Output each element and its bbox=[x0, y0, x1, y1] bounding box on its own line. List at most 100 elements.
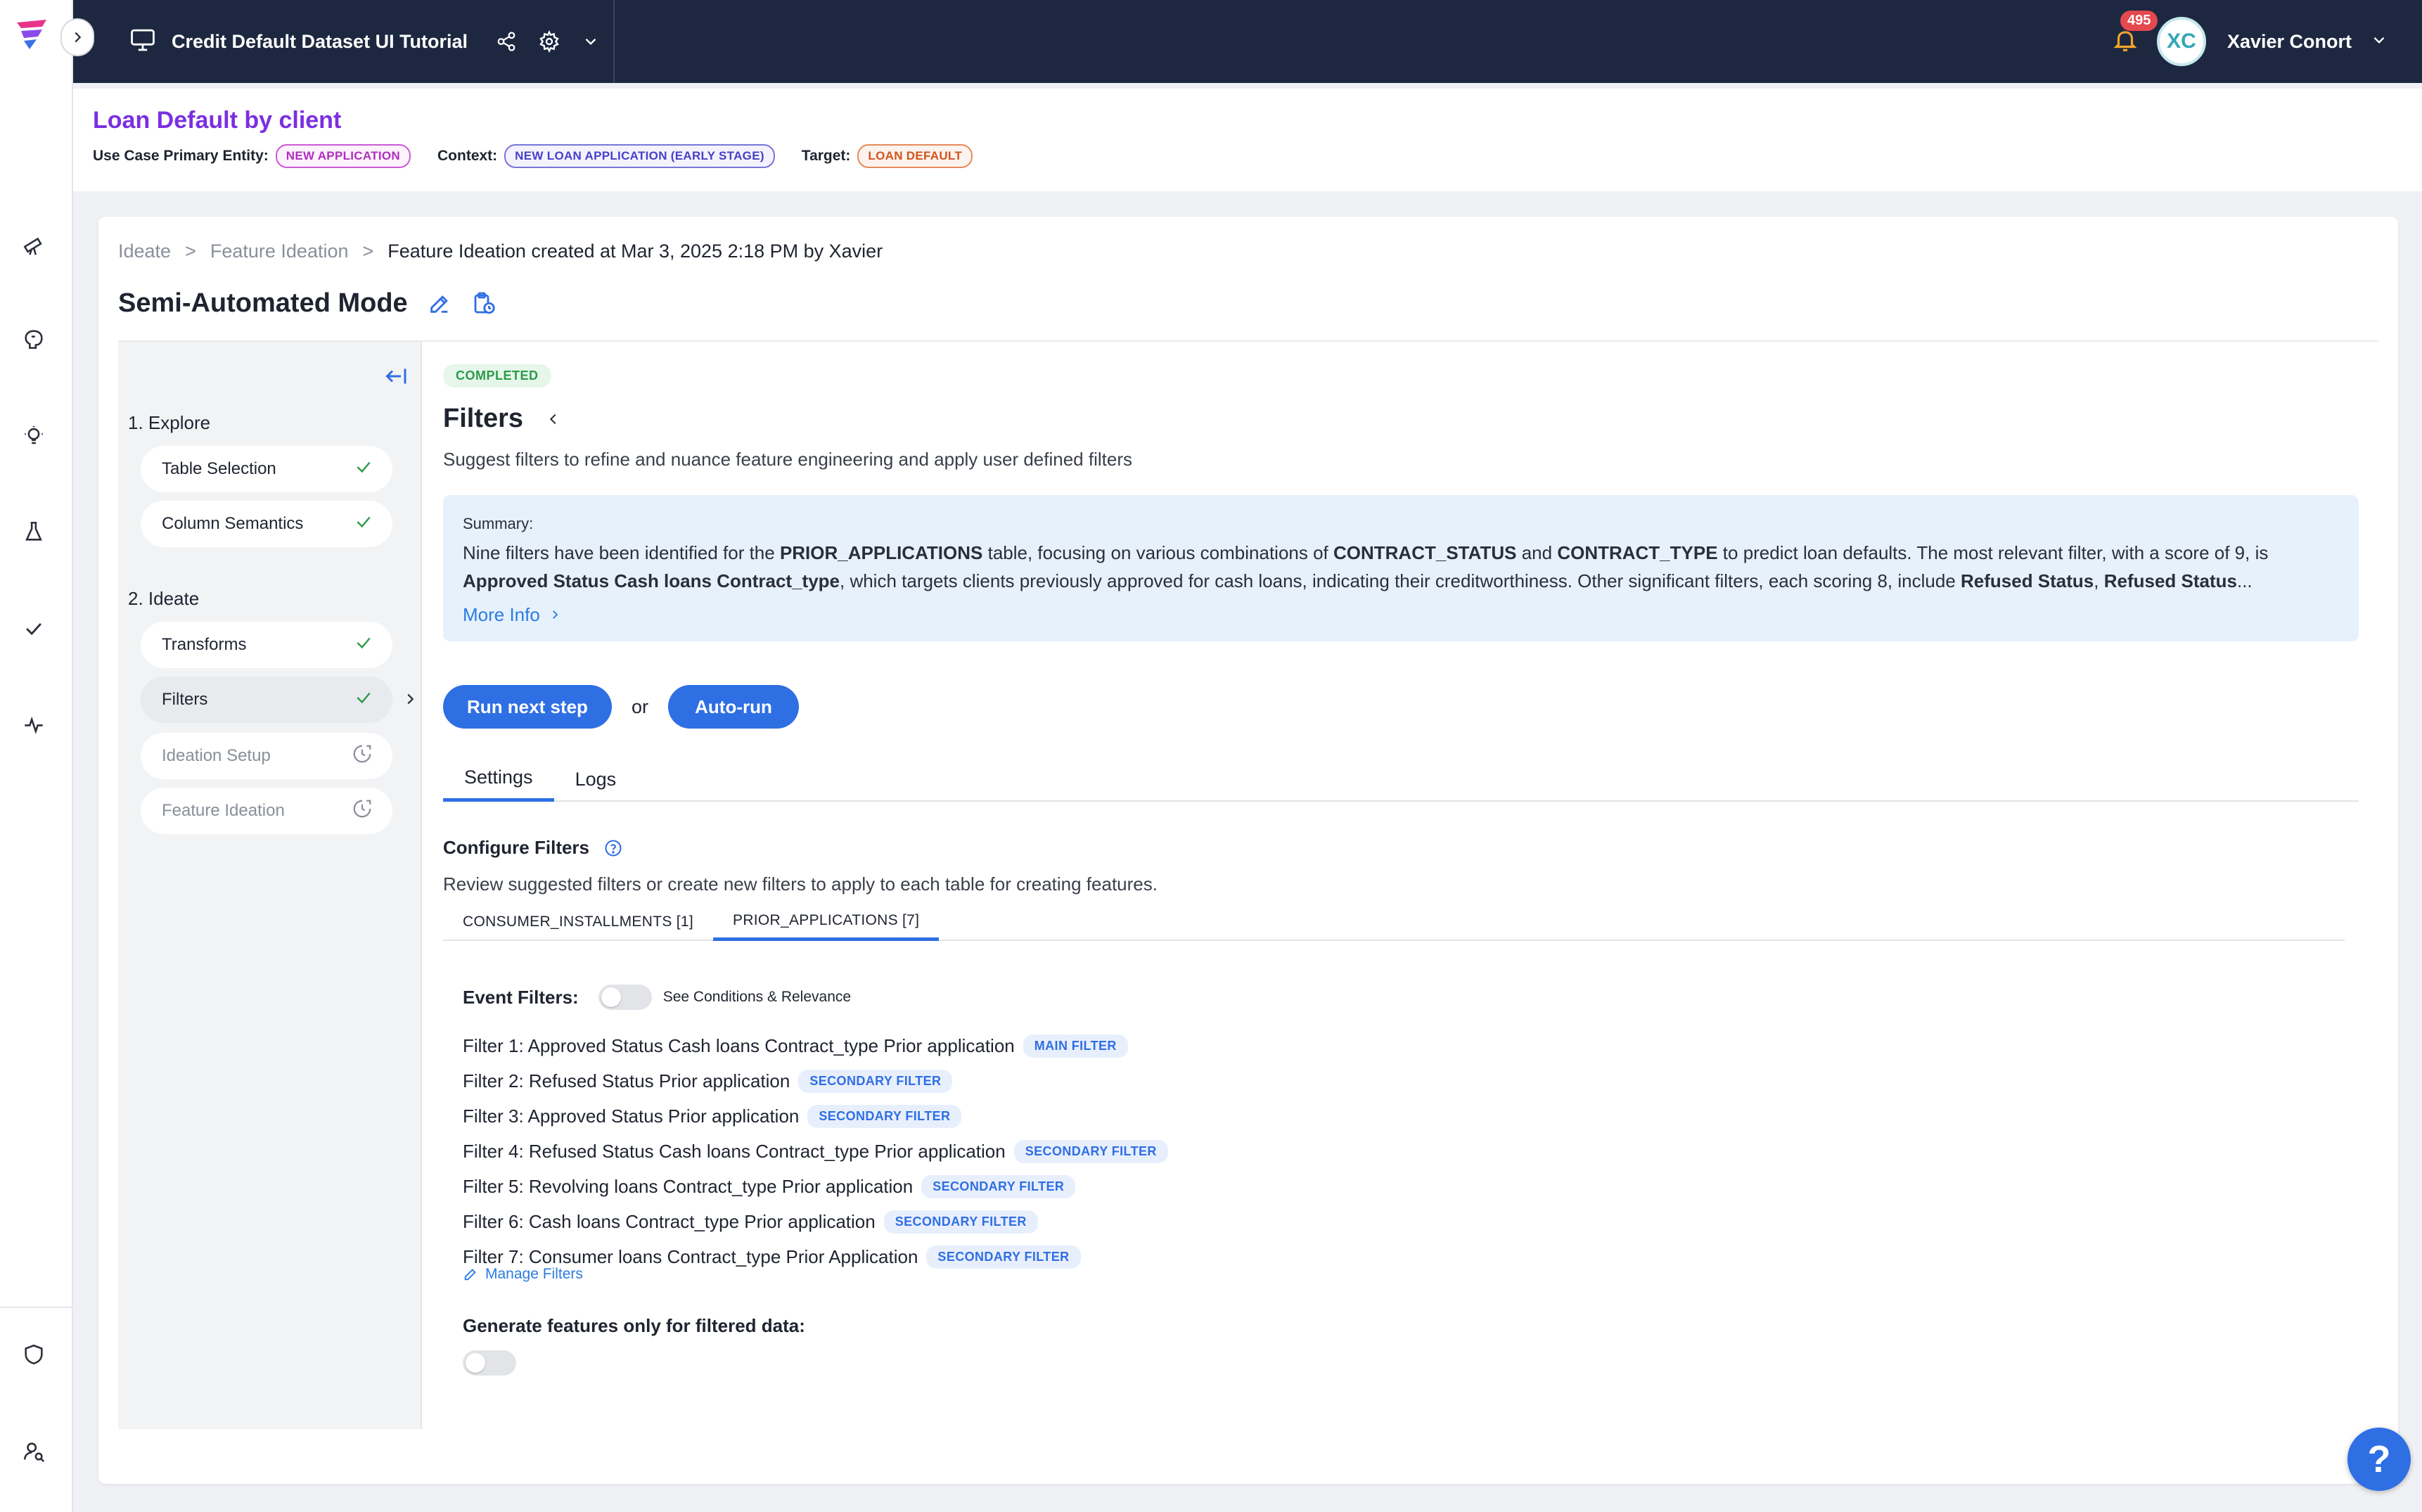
chevron-right-icon bbox=[402, 691, 418, 711]
target-chip: LOAN DEFAULT bbox=[857, 144, 973, 168]
summary-line-2: Approved Status Cash loans Contract_type… bbox=[463, 570, 2253, 591]
more-info-link[interactable]: More Info bbox=[463, 601, 561, 629]
context-label: Context: bbox=[437, 148, 498, 164]
lightbulb-icon[interactable] bbox=[20, 422, 48, 450]
tab-prior-applications[interactable]: PRIOR_APPLICATIONS [7] bbox=[713, 903, 940, 941]
summary-label: Summary: bbox=[463, 515, 534, 532]
filter-item[interactable]: Filter 4: Refused Status Cash loans Cont… bbox=[463, 1134, 1168, 1169]
title-divider bbox=[118, 340, 2378, 342]
step-table-selection[interactable]: Table Selection bbox=[141, 446, 392, 492]
brain-icon[interactable] bbox=[20, 325, 48, 353]
filter-tag: SECONDARY FILTER bbox=[1013, 1139, 1168, 1163]
use-case-title[interactable]: Loan Default by client bbox=[93, 107, 2422, 134]
tab-logs[interactable]: Logs bbox=[554, 757, 638, 802]
expand-sidebar-button[interactable] bbox=[60, 18, 94, 56]
main-card: Ideate > Feature Ideation > Feature Idea… bbox=[98, 217, 2398, 1484]
breadcrumb-separator: > bbox=[362, 241, 374, 262]
chevron-left-icon[interactable] bbox=[546, 411, 561, 428]
activity-icon[interactable] bbox=[20, 710, 48, 738]
target-label: Target: bbox=[801, 148, 851, 164]
top-bar: Credit Default Dataset UI Tutorial 495 X… bbox=[73, 0, 2422, 83]
context-chip: NEW LOAN APPLICATION (EARLY STAGE) bbox=[504, 144, 775, 168]
steps-panel: 1. Explore Table Selection Column Semant… bbox=[118, 342, 422, 1429]
step-transforms[interactable]: Transforms bbox=[141, 622, 392, 668]
check-icon bbox=[354, 458, 373, 481]
step-ideation-setup[interactable]: Ideation Setup bbox=[141, 733, 392, 779]
gear-icon[interactable] bbox=[538, 30, 560, 53]
bell-icon bbox=[2112, 30, 2139, 57]
section-title-text: Filters bbox=[443, 404, 524, 433]
collapse-panel-icon[interactable] bbox=[384, 366, 409, 390]
chevron-right-icon bbox=[552, 610, 558, 619]
use-case-header: Loan Default by client Use Case Primary … bbox=[73, 89, 2422, 191]
shield-icon[interactable] bbox=[20, 1340, 48, 1369]
event-filters-label: Event Filters: bbox=[463, 986, 579, 1008]
breadcrumb-separator: > bbox=[185, 241, 196, 262]
filter-item[interactable]: Filter 3: Approved Status Prior applicat… bbox=[463, 1098, 1168, 1134]
flask-icon[interactable] bbox=[20, 518, 48, 546]
notifications-button[interactable]: 495 bbox=[2112, 10, 2158, 58]
app-logo[interactable] bbox=[14, 17, 56, 52]
filter-tag: SECONDARY FILTER bbox=[926, 1245, 1081, 1269]
step-label: Table Selection bbox=[162, 459, 276, 478]
or-label: or bbox=[632, 696, 649, 717]
user-avatar[interactable]: XC bbox=[2156, 17, 2206, 66]
filter-item[interactable]: Filter 2: Refused Status Prior applicati… bbox=[463, 1063, 1168, 1098]
check-icon bbox=[354, 634, 373, 657]
tab-consumer-installments[interactable]: CONSUMER_INSTALLMENTS [1] bbox=[443, 903, 713, 941]
manage-filters-link[interactable]: Manage Filters bbox=[463, 1266, 583, 1283]
breadcrumb-item-ideate[interactable]: Ideate bbox=[118, 241, 171, 262]
see-conditions-label: See Conditions & Relevance bbox=[662, 989, 852, 1005]
user-search-icon[interactable] bbox=[20, 1437, 48, 1466]
filter-list: Filter 1: Approved Status Cash loans Con… bbox=[463, 1028, 1168, 1274]
chevron-down-icon[interactable] bbox=[582, 32, 600, 51]
edit-icon[interactable] bbox=[428, 292, 451, 316]
filter-item[interactable]: Filter 1: Approved Status Cash loans Con… bbox=[463, 1028, 1168, 1063]
left-icon-rail bbox=[0, 0, 73, 1512]
filter-item[interactable]: Filter 6: Cash loans Contract_type Prior… bbox=[463, 1204, 1168, 1239]
clock-pending-icon bbox=[352, 743, 373, 769]
project-title: Credit Default Dataset UI Tutorial bbox=[172, 30, 468, 52]
page-title: Semi-Automated Mode bbox=[118, 288, 496, 319]
configure-filters-subtitle: Review suggested filters or create new f… bbox=[443, 873, 1158, 895]
project-selector[interactable]: Credit Default Dataset UI Tutorial bbox=[73, 0, 615, 83]
filter-tag: SECONDARY FILTER bbox=[807, 1104, 962, 1128]
user-menu-chevron-icon[interactable] bbox=[2370, 31, 2388, 53]
pencil-icon bbox=[464, 1269, 476, 1281]
conditions-toggle[interactable] bbox=[598, 985, 652, 1010]
step-label: Column Semantics bbox=[162, 514, 304, 533]
filter-item[interactable]: Filter 5: Revolving loans Contract_type … bbox=[463, 1169, 1168, 1204]
checkmark-icon[interactable] bbox=[20, 615, 48, 643]
summary-line-1: Nine filters have been identified for th… bbox=[463, 542, 2269, 563]
tab-settings[interactable]: Settings bbox=[443, 757, 554, 802]
summary-box: Summary: Nine filters have been identifi… bbox=[443, 495, 2359, 641]
clipboard-clock-icon[interactable] bbox=[471, 291, 496, 316]
configure-filters-title: Configure Filters bbox=[443, 837, 623, 859]
settings-tabs: Settings Logs bbox=[443, 757, 2359, 802]
breadcrumb-item-feature-ideation[interactable]: Feature Ideation bbox=[210, 241, 349, 262]
section-title: Filters bbox=[443, 404, 561, 434]
help-circle-icon[interactable] bbox=[603, 838, 623, 858]
generate-filtered-toggle[interactable] bbox=[463, 1350, 516, 1376]
share-icon[interactable] bbox=[496, 31, 517, 52]
step-filters[interactable]: Filters bbox=[141, 677, 392, 723]
mode-title-text: Semi-Automated Mode bbox=[118, 288, 408, 318]
run-next-step-button[interactable]: Run next step bbox=[443, 685, 612, 729]
filter-tag: SECONDARY FILTER bbox=[883, 1210, 1038, 1234]
status-badge: COMPLETED bbox=[443, 364, 551, 387]
user-name[interactable]: Xavier Conort bbox=[2227, 31, 2352, 53]
filter-tag: MAIN FILTER bbox=[1023, 1034, 1128, 1058]
check-icon bbox=[354, 513, 373, 536]
monitor-icon bbox=[129, 28, 156, 56]
section-subtitle: Suggest filters to refine and nuance fea… bbox=[443, 449, 1132, 470]
step-column-semantics[interactable]: Column Semantics bbox=[141, 501, 392, 547]
breadcrumb: Ideate > Feature Ideation > Feature Idea… bbox=[118, 241, 883, 262]
auto-run-button[interactable]: Auto-run bbox=[668, 685, 800, 729]
telescope-icon[interactable] bbox=[20, 231, 48, 259]
filter-tag: SECONDARY FILTER bbox=[798, 1069, 953, 1093]
help-button[interactable]: ? bbox=[2347, 1428, 2411, 1491]
primary-entity-label: Use Case Primary Entity: bbox=[93, 148, 269, 164]
generate-filtered-label: Generate features only for filtered data… bbox=[463, 1315, 805, 1336]
step-group-explore: 1. Explore bbox=[128, 412, 211, 433]
step-feature-ideation[interactable]: Feature Ideation bbox=[141, 788, 392, 834]
